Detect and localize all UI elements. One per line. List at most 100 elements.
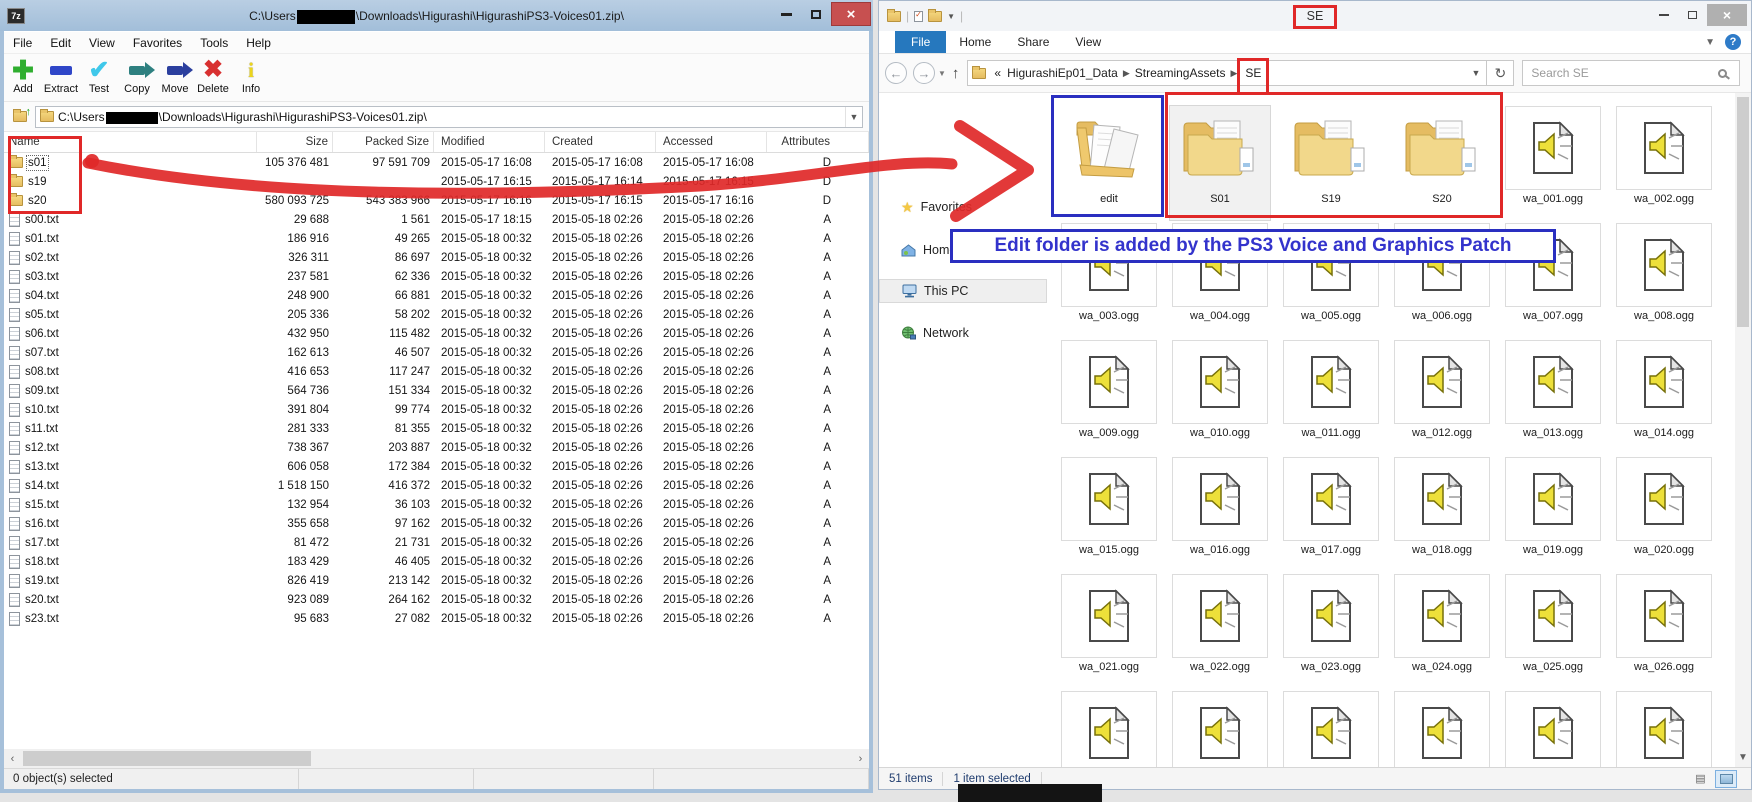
address-combobox[interactable]: C:\Users\Downloads\Higurashi\HigurashiPS… bbox=[35, 106, 863, 128]
audio-file-tile[interactable]: wa_026.ogg bbox=[1614, 574, 1714, 688]
breadcrumb-item-current[interactable]: SE bbox=[1239, 66, 1267, 80]
table-row[interactable]: s01105 376 48197 591 7092015-05-17 16:08… bbox=[4, 153, 869, 172]
table-row[interactable]: s05.txt205 33658 2022015-05-18 00:322015… bbox=[4, 305, 869, 324]
audio-file-tile[interactable]: wa_002.ogg bbox=[1614, 106, 1714, 220]
audio-file-tile[interactable]: wa_021.ogg bbox=[1059, 574, 1159, 688]
horizontal-scrollbar[interactable]: ‹ › bbox=[4, 749, 869, 768]
audio-file-tile[interactable]: wa_015.ogg bbox=[1059, 457, 1159, 571]
extract-button[interactable]: Extract bbox=[42, 54, 80, 101]
column-header-name[interactable]: Name bbox=[4, 132, 257, 152]
maximize-button[interactable] bbox=[801, 2, 831, 26]
audio-file-tile[interactable]: wa_023.ogg bbox=[1281, 574, 1381, 688]
sidebar-item-network[interactable]: Network bbox=[879, 321, 1047, 345]
table-row[interactable]: s20580 093 725543 383 9662015-05-17 16:1… bbox=[4, 191, 869, 210]
menu-favorites[interactable]: Favorites bbox=[124, 33, 191, 53]
address-dropdown-button[interactable]: ▼ bbox=[1466, 68, 1487, 78]
add-button[interactable]: ✚ Add bbox=[4, 54, 42, 101]
ribbon-collapse-icon[interactable]: ▼ bbox=[1705, 37, 1715, 48]
table-row[interactable]: s12.txt738 367203 8872015-05-18 00:32201… bbox=[4, 438, 869, 457]
forward-button[interactable]: → bbox=[913, 62, 935, 84]
sidebar-item-this-pc[interactable]: This PC bbox=[879, 279, 1047, 303]
table-row[interactable]: s19.txt826 419213 1422015-05-18 00:32201… bbox=[4, 571, 869, 590]
audio-file-tile[interactable]: wa_017.ogg bbox=[1281, 457, 1381, 571]
table-row[interactable]: s10.txt391 80499 7742015-05-18 00:322015… bbox=[4, 400, 869, 419]
scrollbar-thumb[interactable] bbox=[23, 751, 311, 766]
table-row[interactable]: s192015-05-17 16:152015-05-17 16:142015-… bbox=[4, 172, 869, 191]
test-button[interactable]: ✔ Test bbox=[80, 54, 118, 101]
close-button[interactable]: × bbox=[831, 2, 871, 26]
menu-view[interactable]: View bbox=[80, 33, 124, 53]
close-button[interactable]: × bbox=[1707, 4, 1747, 26]
table-row[interactable]: s13.txt606 058172 3842015-05-18 00:32201… bbox=[4, 457, 869, 476]
move-button[interactable]: Move bbox=[156, 54, 194, 101]
scrollbar-thumb[interactable] bbox=[1737, 97, 1749, 327]
help-button[interactable]: ? bbox=[1725, 34, 1741, 50]
tab-home[interactable]: Home bbox=[946, 31, 1004, 53]
back-button[interactable]: ← bbox=[885, 62, 907, 84]
column-header-accessed[interactable]: Accessed bbox=[656, 132, 767, 152]
tab-share[interactable]: Share bbox=[1004, 31, 1062, 53]
folder-icon[interactable] bbox=[887, 11, 901, 22]
menu-file[interactable]: File bbox=[4, 33, 41, 53]
table-row[interactable]: s20.txt923 089264 1622015-05-18 00:32201… bbox=[4, 590, 869, 609]
column-header-modified[interactable]: Modified bbox=[434, 132, 545, 152]
table-row[interactable]: s08.txt416 653117 2472015-05-18 00:32201… bbox=[4, 362, 869, 381]
breadcrumb-collapse[interactable]: « bbox=[991, 66, 1004, 80]
audio-file-tile[interactable]: wa_001.ogg bbox=[1503, 106, 1603, 220]
scroll-left-icon[interactable]: ‹ bbox=[4, 753, 21, 765]
menu-tools[interactable]: Tools bbox=[191, 33, 237, 53]
up-one-level-button[interactable]: ↑ bbox=[9, 107, 31, 127]
audio-file-tile[interactable] bbox=[1059, 691, 1159, 767]
vertical-scrollbar[interactable]: ▼ bbox=[1735, 93, 1751, 767]
properties-icon[interactable] bbox=[914, 11, 923, 22]
audio-file-tile[interactable]: wa_024.ogg bbox=[1392, 574, 1492, 688]
table-row[interactable]: s15.txt132 95436 1032015-05-18 00:322015… bbox=[4, 495, 869, 514]
breadcrumb-item[interactable]: HigurashiEp01_Data bbox=[1004, 66, 1121, 80]
details-view-button[interactable]: ▤ bbox=[1689, 770, 1711, 788]
audio-file-tile[interactable]: wa_009.ogg bbox=[1059, 340, 1159, 454]
explorer-titlebar[interactable]: SE | ▼ | × bbox=[879, 1, 1751, 31]
audio-file-tile[interactable]: wa_018.ogg bbox=[1392, 457, 1492, 571]
table-row[interactable]: s11.txt281 33381 3552015-05-18 00:322015… bbox=[4, 419, 869, 438]
table-row[interactable]: s01.txt186 91649 2652015-05-18 00:322015… bbox=[4, 229, 869, 248]
menu-help[interactable]: Help bbox=[237, 33, 280, 53]
audio-file-tile[interactable]: wa_025.ogg bbox=[1503, 574, 1603, 688]
audio-file-tile[interactable]: wa_013.ogg bbox=[1503, 340, 1603, 454]
tab-view[interactable]: View bbox=[1062, 31, 1114, 53]
refresh-button[interactable]: ↻ bbox=[1487, 60, 1514, 86]
column-header-size[interactable]: Size bbox=[257, 132, 333, 152]
delete-button[interactable]: ✖ Delete bbox=[194, 54, 232, 101]
up-button[interactable]: ↑ bbox=[952, 65, 960, 82]
table-row[interactable]: s07.txt162 61346 5072015-05-18 00:322015… bbox=[4, 343, 869, 362]
table-row[interactable]: s03.txt237 58162 3362015-05-18 00:322015… bbox=[4, 267, 869, 286]
thumbnail-view-button[interactable] bbox=[1715, 770, 1737, 788]
sevenzip-titlebar[interactable]: C:\Users\Downloads\Higurashi\HigurashiPS… bbox=[0, 0, 873, 31]
column-header-attributes[interactable]: Attributes bbox=[767, 132, 869, 152]
audio-file-tile[interactable] bbox=[1614, 691, 1714, 767]
audio-file-tile[interactable] bbox=[1503, 691, 1603, 767]
copy-button[interactable]: Copy bbox=[118, 54, 156, 101]
table-row[interactable]: s09.txt564 736151 3342015-05-18 00:32201… bbox=[4, 381, 869, 400]
table-row[interactable]: s16.txt355 65897 1622015-05-18 00:322015… bbox=[4, 514, 869, 533]
table-row[interactable]: s00.txt29 6881 5612015-05-17 18:152015-0… bbox=[4, 210, 869, 229]
audio-file-tile[interactable] bbox=[1281, 691, 1381, 767]
address-dropdown-button[interactable]: ▼ bbox=[845, 107, 862, 127]
info-button[interactable]: i Info bbox=[232, 54, 270, 101]
maximize-button[interactable] bbox=[1678, 11, 1707, 19]
minimize-button[interactable] bbox=[1649, 14, 1678, 16]
audio-file-tile[interactable]: wa_012.ogg bbox=[1392, 340, 1492, 454]
sidebar-item-favorites[interactable]: ★ Favorites bbox=[879, 195, 1047, 219]
audio-file-tile[interactable] bbox=[1392, 691, 1492, 767]
recent-locations-dropdown[interactable]: ▼ bbox=[938, 69, 946, 78]
column-header-created[interactable]: Created bbox=[545, 132, 656, 152]
table-row[interactable]: s14.txt1 518 150416 3722015-05-18 00:322… bbox=[4, 476, 869, 495]
menu-edit[interactable]: Edit bbox=[41, 33, 80, 53]
folder-tile[interactable]: edit bbox=[1059, 106, 1159, 220]
search-box[interactable] bbox=[1522, 60, 1740, 86]
audio-file-tile[interactable]: wa_019.ogg bbox=[1503, 457, 1603, 571]
search-input[interactable] bbox=[1523, 66, 1718, 80]
tab-file[interactable]: File bbox=[895, 31, 946, 53]
audio-file-tile[interactable]: wa_022.ogg bbox=[1170, 574, 1270, 688]
audio-file-tile[interactable]: wa_011.ogg bbox=[1281, 340, 1381, 454]
audio-file-tile[interactable]: wa_008.ogg bbox=[1614, 223, 1714, 337]
